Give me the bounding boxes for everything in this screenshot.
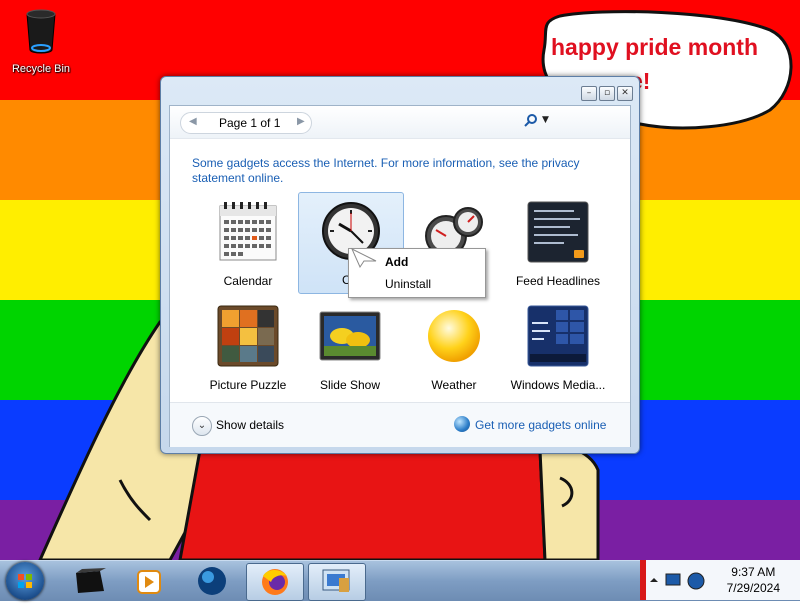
black-box-icon	[76, 568, 106, 593]
taskbar-remote-desktop[interactable]	[308, 563, 366, 601]
maximize-button[interactable]: ▫	[599, 86, 615, 101]
gallery-footer: ⌄ Show details Get more gadgets online	[170, 402, 630, 447]
drag-cursor-icon	[350, 247, 377, 269]
recycle-bin-label: Recycle Bin	[11, 63, 71, 75]
show-details-button[interactable]: Show details	[216, 418, 284, 432]
recycle-bin-shortcut[interactable]: Recycle Bin	[8, 6, 74, 75]
clock-date: 7/29/2024	[726, 581, 780, 595]
gadget-feed-headlines[interactable]: Feed Headlines	[506, 194, 610, 294]
menu-item-add[interactable]: Add	[385, 255, 408, 269]
taskbar-app-black[interactable]	[62, 563, 118, 599]
firefox-icon	[262, 569, 288, 595]
menu-item-uninstall[interactable]: Uninstall	[385, 277, 431, 291]
calendar-icon	[219, 202, 277, 261]
remote-desktop-icon	[322, 569, 350, 592]
gadget-calendar[interactable]: Calendar	[196, 194, 300, 294]
chevron-down-icon[interactable]: ⌄	[192, 416, 212, 436]
clock[interactable]: 9:37 AM 7/29/2024	[727, 564, 780, 596]
chevron-right-icon[interactable]: ▶	[297, 116, 305, 127]
show-hidden-icons-icon	[650, 578, 658, 582]
volume-icon	[687, 572, 705, 590]
gallery-toolbar: ◀ Page 1 of 1 ▶ ▼	[170, 106, 630, 139]
slideshow-icon	[319, 311, 381, 361]
weather-icon	[428, 310, 480, 362]
page-indicator: Page 1 of 1	[219, 116, 281, 130]
close-button[interactable]: ✕	[617, 86, 633, 101]
media-player-icon	[137, 570, 161, 594]
media-center-icon	[527, 305, 589, 367]
puzzle-icon	[217, 305, 279, 367]
globe-icon	[454, 416, 470, 432]
speech-bubble-text: happy pride month	[551, 34, 758, 60]
get-more-gadgets-link[interactable]: Get more gadgets online	[475, 418, 606, 432]
search-icon[interactable]	[524, 113, 538, 131]
feed-icon	[527, 201, 589, 263]
tray-icons	[640, 560, 705, 600]
chevron-left-icon[interactable]: ◀	[189, 116, 197, 127]
page-navigator: ◀ Page 1 of 1 ▶	[180, 112, 312, 134]
privacy-link[interactable]: Some gadgets access the Internet. For mo…	[192, 156, 612, 186]
clock-time: 9:37 AM	[731, 565, 776, 579]
network-icon	[665, 573, 681, 586]
gadget-label: Windows Media...	[510, 378, 606, 392]
gadget-label: Feed Headlines	[515, 274, 601, 288]
recycle-bin-icon	[26, 9, 56, 54]
globe-icon	[198, 567, 226, 595]
windows-logo-icon	[18, 574, 32, 588]
taskbar-media-player[interactable]	[122, 563, 178, 599]
gadget-slide-show[interactable]: Slide Show	[298, 298, 402, 398]
chevron-down-icon[interactable]: ▼	[542, 115, 549, 125]
gadget-windows-media-center[interactable]: Windows Media...	[506, 298, 610, 398]
taskbar-internet[interactable]	[184, 563, 240, 599]
window-controls: – ▫ ✕	[581, 86, 633, 101]
minimize-button[interactable]: –	[581, 86, 597, 101]
start-button[interactable]	[6, 562, 44, 600]
taskbar-firefox[interactable]	[246, 563, 304, 601]
system-tray: 9:37 AM 7/29/2024	[640, 560, 800, 600]
gadget-weather[interactable]: Weather	[402, 298, 506, 398]
gadget-picture-puzzle[interactable]: Picture Puzzle	[196, 298, 300, 398]
